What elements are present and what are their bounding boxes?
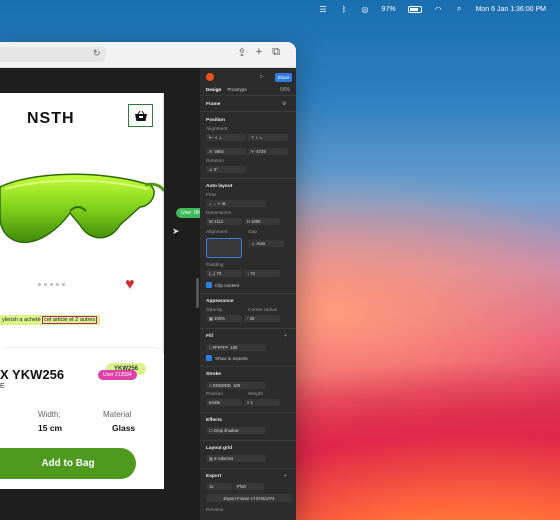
tab-overview-icon[interactable]: ⧉ (270, 46, 282, 59)
zoom-level[interactable]: 56% (280, 87, 290, 93)
cursor-icon: ➤ (172, 226, 180, 236)
airdrop-icon[interactable]: ◎ (361, 5, 370, 14)
show-in-exports-label: Show in exports (215, 355, 248, 361)
gap-input[interactable]: ⇔ Auto (248, 240, 284, 247)
stroke-label: Stroke (206, 372, 221, 377)
position-label: Position (206, 118, 225, 123)
rotation-label: Rotation (206, 159, 224, 164)
browser-toolbar: ↻ ⇪ + ⧉ (0, 42, 296, 68)
stroke-weight-label: Weight (248, 392, 263, 397)
material-value: Glass (112, 423, 136, 433)
new-tab-icon[interactable]: + (253, 46, 265, 58)
wifi-icon[interactable]: ◠ (434, 5, 443, 14)
effects-label: Effects (206, 418, 222, 423)
share-button[interactable]: Share (275, 73, 292, 82)
alignment2-label: Alignment (206, 230, 228, 235)
flow-label: Flow (206, 193, 217, 198)
product-details: X YKW256 YKW256 E Width: 15 cm Material … (0, 347, 164, 489)
reload-icon[interactable]: ↻ (93, 48, 101, 59)
basket-icon (134, 110, 147, 121)
preview-toggle[interactable]: Preview (206, 508, 223, 513)
add-to-bag-button[interactable]: Add to Bag (0, 448, 136, 479)
dimensions-label: Dimensions (206, 211, 232, 216)
frame-title[interactable]: Frame (206, 102, 220, 107)
play-icon[interactable]: ▷ (260, 74, 264, 80)
width-value: 15 cm (38, 423, 63, 433)
corner-radius-label: Corner radius (248, 308, 278, 313)
padding-label: Padding (206, 263, 224, 268)
export-label: Export (206, 474, 222, 479)
clip-content-checkbox[interactable] (206, 282, 212, 288)
menu-bar: ☰ ᛒ ◎ 97% ◠ ⌕ Mon 6 Jan 1:36:00 PM (0, 0, 560, 18)
product-name: X YKW256 (0, 367, 65, 382)
product-subtitle: E (0, 383, 5, 390)
position-x-input[interactable]: X -3804 (206, 148, 246, 155)
clip-content-label: Clip content (215, 282, 240, 288)
opacity-input[interactable]: ▦ 100% (206, 315, 242, 322)
add-export-icon[interactable]: + (284, 473, 287, 479)
appearance-label: Appearance (206, 299, 234, 304)
show-in-exports-checkbox[interactable] (206, 355, 212, 361)
gap-label: Gap (248, 230, 258, 235)
padding-horizontal-input[interactable]: |↔| 72 (206, 270, 242, 277)
brand-logo: NSTH (27, 110, 75, 127)
bluetooth-icon[interactable]: ᛒ (340, 5, 349, 14)
comment-highlight: cet article et 2 autres (42, 316, 98, 324)
align-vertical-controls[interactable]: ⊤ ⊦ ⊥ (248, 134, 288, 141)
auto-layout-label: Auto layout (206, 184, 233, 189)
avatar[interactable] (206, 73, 214, 81)
tab-prototype[interactable]: Prototype (227, 87, 247, 92)
control-center-icon[interactable]: ☰ (319, 5, 328, 14)
height-input[interactable]: H 1000 (244, 218, 280, 225)
address-bar[interactable] (0, 47, 106, 62)
battery-icon[interactable] (407, 5, 422, 13)
export-format-select[interactable]: PNG (234, 483, 264, 490)
fill-color-input[interactable]: □ FFFFFF 100 (206, 344, 266, 351)
drop-shadow-effect[interactable]: ☐ Drop shadow (206, 427, 266, 434)
battery-percent: 97% (381, 5, 396, 13)
add-fill-icon[interactable]: + (284, 333, 287, 339)
settings-icon[interactable]: ⚙ (282, 101, 286, 107)
material-label: Material (103, 410, 132, 419)
layout-grid-label: Layout grid (206, 446, 233, 451)
share-icon[interactable]: ⇪ (236, 46, 248, 59)
stroke-position-label: Position (206, 392, 224, 397)
basket-button[interactable] (128, 104, 153, 127)
product-image (0, 173, 164, 244)
comment-bubble[interactable]: ylerish a acheté cet article et 2 autres (0, 315, 101, 325)
alignment-grid[interactable] (206, 238, 242, 258)
favorite-heart-icon[interactable]: ♥ (125, 276, 135, 294)
stroke-position-select[interactable]: Inside (206, 399, 242, 406)
width-label: Width: (38, 410, 61, 419)
rotation-input[interactable]: ∠ 0° (206, 166, 246, 173)
align-horizontal-controls[interactable]: ⊢ ⊣ ⊥ (206, 134, 246, 141)
fill-label: Fill (206, 334, 213, 339)
export-button[interactable]: Export Frame 1737461374 (206, 494, 292, 502)
design-canvas[interactable]: NSTH ♥ ylerish a acheté cet article et 2… (0, 68, 215, 520)
padding-vertical-input[interactable]: ↕ 72 (244, 270, 280, 277)
user-cursor-tag: User 213584 (98, 370, 137, 380)
stroke-color-input[interactable]: □ DDDDDD 100 (206, 382, 266, 389)
clock[interactable]: Mon 6 Jan 1:36:00 PM (476, 6, 546, 13)
tab-design[interactable]: Design (206, 87, 221, 92)
layout-grid-item[interactable]: ▥ 6 columns (206, 455, 266, 462)
comment-text: ylerish a acheté (2, 317, 43, 323)
export-scale-select[interactable]: 1x (206, 483, 232, 490)
canvas-scrollbar[interactable] (196, 278, 199, 308)
carousel-dots[interactable] (38, 283, 65, 286)
position-y-input[interactable]: Y -4739 (248, 148, 288, 155)
spotlight-search-icon[interactable]: ⌕ (455, 4, 464, 14)
corner-radius-input[interactable]: ◜ 28 (244, 315, 280, 322)
product-frame[interactable]: NSTH ♥ ylerish a acheté cet article et 2… (0, 93, 164, 489)
opacity-label: Opacity (206, 308, 223, 313)
width-input[interactable]: W 2112 (206, 218, 242, 225)
flow-direction-controls[interactable]: ↓ → ↵ ⊞ (206, 200, 266, 207)
alignment-label: Alignment (206, 127, 228, 132)
stroke-weight-input[interactable]: ≡ 1 (244, 399, 280, 406)
app-window: ↻ ⇪ + ⧉ NSTH ♥ ylerish a acheté cet arti… (0, 42, 296, 520)
properties-panel: ▷ Share Design Prototype 56% Frame ⚙ Pos… (200, 68, 296, 520)
